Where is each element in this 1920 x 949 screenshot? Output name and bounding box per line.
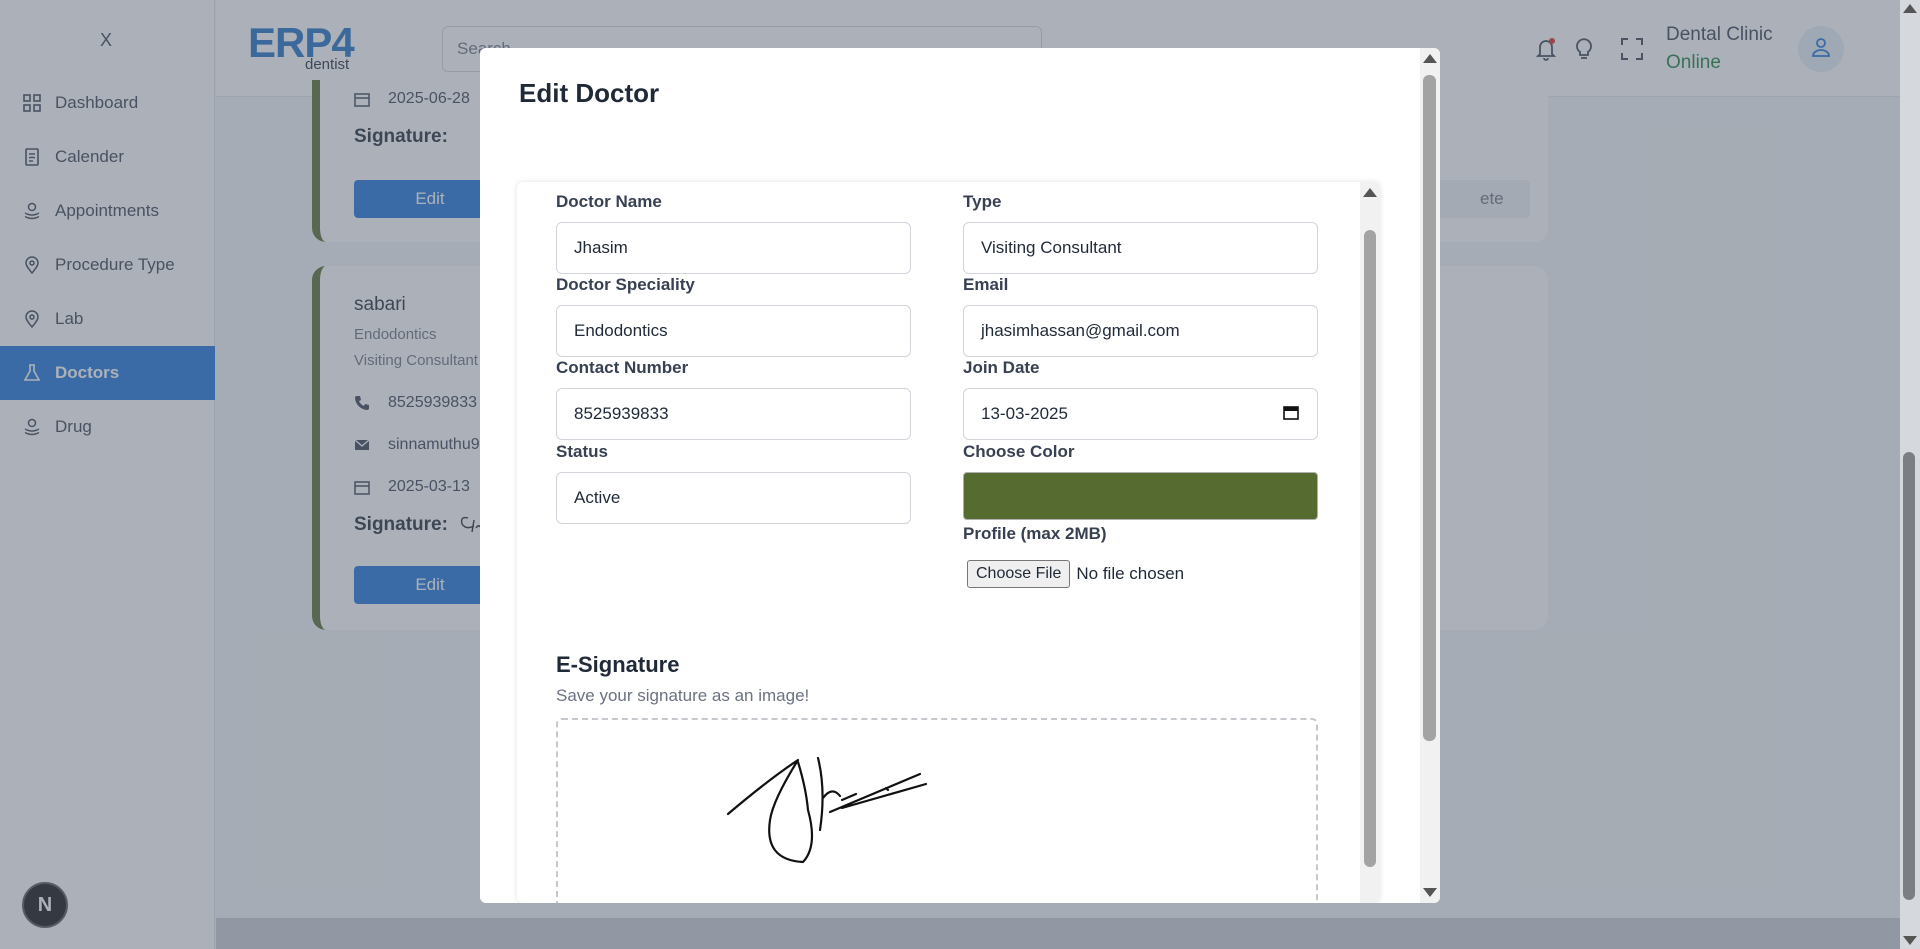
email-label: Email xyxy=(963,275,1009,294)
edit-doctor-modal: Edit Doctor Doctor Name Jhasim Type Visi… xyxy=(480,48,1440,903)
speciality-input[interactable]: Endodontics xyxy=(556,305,911,357)
scroll-down-arrow-icon[interactable] xyxy=(1903,936,1917,945)
modal-scrollbar-thumb[interactable] xyxy=(1423,75,1436,741)
email-field[interactable]: jhasimhassan@gmail.com xyxy=(963,305,1318,357)
profile-label: Profile (max 2MB) xyxy=(963,524,1107,543)
contact-number-input[interactable]: 8525939833 xyxy=(556,388,911,440)
signature-pad[interactable] xyxy=(556,718,1318,903)
status-select[interactable]: Active xyxy=(556,472,911,524)
choose-file-button[interactable]: Choose File xyxy=(967,560,1071,588)
scroll-up-arrow-icon[interactable] xyxy=(1423,54,1437,63)
contact-number-label: Contact Number xyxy=(556,358,689,377)
type-select[interactable]: Visiting Consultant xyxy=(963,222,1318,274)
page-scrollbar-thumb[interactable] xyxy=(1903,452,1915,900)
scroll-up-arrow-icon[interactable] xyxy=(1363,188,1377,197)
doctor-name-label: Doctor Name xyxy=(556,192,662,211)
scroll-down-arrow-icon[interactable] xyxy=(1423,888,1437,897)
join-date-input[interactable]: 13-03-2025 xyxy=(963,388,1318,440)
type-label: Type xyxy=(963,192,1002,211)
form-scrollbar-thumb[interactable] xyxy=(1364,230,1376,867)
file-status-text: No file chosen xyxy=(1076,564,1185,583)
calendar-icon[interactable] xyxy=(1283,404,1299,425)
profile-file-input: Choose File No file chosen xyxy=(967,560,1184,588)
esignature-subtitle: Save your signature as an image! xyxy=(556,686,810,705)
doctor-name-input[interactable]: Jhasim xyxy=(556,222,911,274)
doctor-form: Doctor Name Jhasim Type Visiting Consult… xyxy=(517,182,1380,903)
join-date-value: 13-03-2025 xyxy=(981,404,1068,423)
color-picker[interactable] xyxy=(963,472,1318,520)
scroll-up-arrow-icon[interactable] xyxy=(1903,4,1917,13)
signature-drawing xyxy=(726,756,928,864)
join-date-label: Join Date xyxy=(963,358,1040,377)
esignature-title: E-Signature xyxy=(556,652,680,677)
speciality-label: Doctor Speciality xyxy=(556,275,695,294)
status-label: Status xyxy=(556,442,608,461)
choose-color-label: Choose Color xyxy=(963,442,1075,461)
modal-title: Edit Doctor xyxy=(519,78,660,108)
